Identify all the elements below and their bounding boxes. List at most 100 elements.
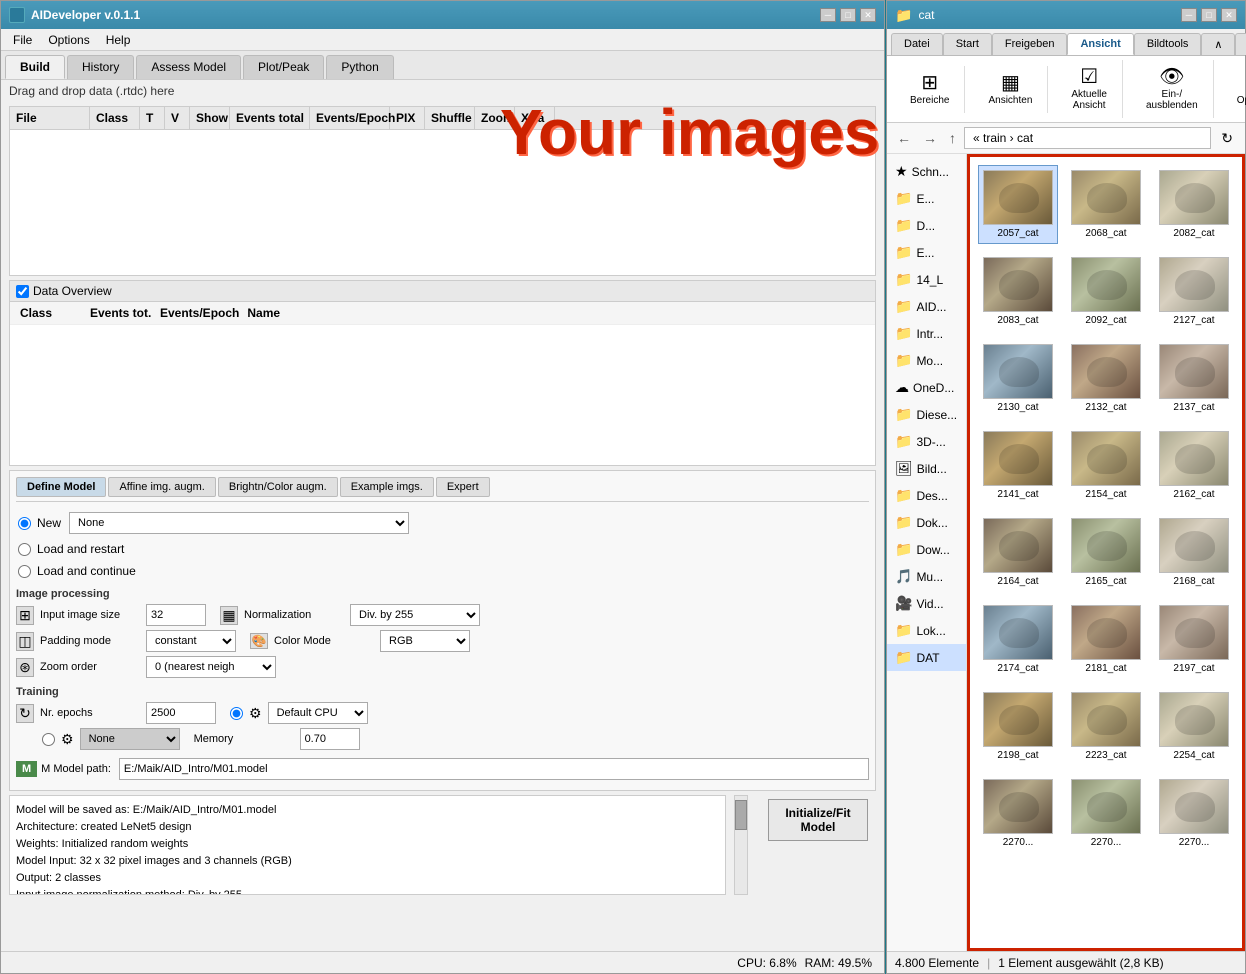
minimize-button[interactable]: ─ (820, 8, 836, 22)
file-item-2057_cat[interactable]: 2057_cat (978, 165, 1058, 244)
initialize-fit-button[interactable]: Initialize/FitModel (768, 799, 868, 841)
sidebar-item-des[interactable]: 📁 Des... (887, 482, 966, 509)
ribbon-collapse-btn[interactable]: ∧ (1201, 33, 1235, 55)
normalization-select[interactable]: Div. by 255 (350, 604, 480, 626)
epochs-input[interactable] (146, 702, 216, 724)
file-item-2092_cat[interactable]: 2092_cat (1066, 252, 1146, 331)
data-col-events: Events tot. (86, 304, 156, 322)
padding-mode-select[interactable]: constant (146, 630, 236, 652)
sidebar-item-schnell[interactable]: ★ Schn... (887, 158, 966, 185)
radio-restart[interactable] (18, 543, 31, 556)
ribbon-help-btn[interactable]: ? (1235, 33, 1246, 55)
radio-continue[interactable] (18, 565, 31, 578)
radio-cpu[interactable] (230, 707, 243, 720)
sidebar-item-14l[interactable]: 📁 14_L (887, 266, 966, 293)
address-path[interactable]: « train › cat (964, 127, 1211, 149)
ribbon-tab-freigeben[interactable]: Freigeben (992, 33, 1068, 55)
ribbon-tab-bildtools[interactable]: Bildtools (1134, 33, 1202, 55)
menu-help[interactable]: Help (98, 31, 139, 49)
ribbon-btn-ansichten[interactable]: ▦ Ansichten (981, 68, 1039, 111)
sidebar-item-mo[interactable]: 📁 Mo... (887, 347, 966, 374)
tab-history[interactable]: History (67, 55, 134, 79)
color-mode-select[interactable]: RGB (380, 630, 470, 652)
ribbon-tab-start[interactable]: Start (943, 33, 992, 55)
tab-python[interactable]: Python (326, 55, 393, 79)
file-item-2130_cat[interactable]: 2130_cat (978, 339, 1058, 418)
sidebar-item-dat[interactable]: 📁 DAT (887, 644, 966, 671)
file-item-2164_cat[interactable]: 2164_cat (978, 513, 1058, 592)
file-item-2270...[interactable]: 2270... (978, 774, 1058, 853)
file-item-2168_cat[interactable]: 2168_cat (1154, 513, 1234, 592)
file-item-2223_cat[interactable]: 2223_cat (1066, 687, 1146, 766)
model-tab-affine[interactable]: Affine img. augm. (108, 477, 215, 497)
sidebar-item-oned[interactable]: ☁ OneD... (887, 374, 966, 401)
ribbon-btn-einausblenden[interactable]: 👁 Ein-/ausblenden (1139, 62, 1205, 116)
ribbon-tab-datei[interactable]: Datei (891, 33, 943, 55)
radio-memory[interactable] (42, 733, 55, 746)
maximize-button[interactable]: □ (840, 8, 856, 22)
file-item-2154_cat[interactable]: 2154_cat (1066, 426, 1146, 505)
sidebar-item-3[interactable]: 📁 E... (887, 239, 966, 266)
forward-button[interactable]: → (919, 128, 941, 148)
sidebar-item-dok[interactable]: 📁 Dok... (887, 509, 966, 536)
back-button[interactable]: ← (893, 128, 915, 148)
file-item-2141_cat[interactable]: 2141_cat (978, 426, 1058, 505)
file-item-2197_cat[interactable]: 2197_cat (1154, 600, 1234, 679)
dragdrop-area[interactable]: Drag and drop data (.rtdc) here (1, 80, 884, 102)
file-item-2174_cat[interactable]: 2174_cat (978, 600, 1058, 679)
cat-close-button[interactable]: ✕ (1221, 8, 1237, 22)
sidebar-item-vid[interactable]: 🎥 Vid... (887, 590, 966, 617)
file-item-2198_cat[interactable]: 2198_cat (978, 687, 1058, 766)
file-item-2137_cat[interactable]: 2137_cat (1154, 339, 1234, 418)
close-button[interactable]: ✕ (860, 8, 876, 22)
menu-file[interactable]: File (5, 31, 40, 49)
menu-options[interactable]: Options (40, 31, 97, 49)
ribbon-btn-optionen[interactable]: ⚙ Optionen (1230, 68, 1246, 111)
file-item-2254_cat[interactable]: 2254_cat (1154, 687, 1234, 766)
model-path-input[interactable] (119, 758, 869, 780)
summary-scrollbar[interactable] (734, 795, 748, 895)
model-tab-brightn[interactable]: Brightn/Color augm. (218, 477, 338, 497)
sidebar-item-aid[interactable]: 📁 AID... (887, 293, 966, 320)
file-item-2270...[interactable]: 2270... (1066, 774, 1146, 853)
file-item-2083_cat[interactable]: 2083_cat (978, 252, 1058, 331)
file-item-2181_cat[interactable]: 2181_cat (1066, 600, 1146, 679)
tab-assess-model[interactable]: Assess Model (136, 55, 241, 79)
data-overview-checkbox[interactable] (16, 285, 29, 298)
file-item-2127_cat[interactable]: 2127_cat (1154, 252, 1234, 331)
memory-input[interactable] (300, 728, 360, 750)
file-item-2082_cat[interactable]: 2082_cat (1154, 165, 1234, 244)
cpu-select[interactable]: Default CPU (268, 702, 368, 724)
ribbon-btn-aktuelle[interactable]: ☑ AktuelleAnsicht (1064, 62, 1114, 116)
refresh-button[interactable]: ↻ (1215, 128, 1239, 149)
sidebar-item-1[interactable]: 📁 E... (887, 185, 966, 212)
file-item-2132_cat[interactable]: 2132_cat (1066, 339, 1146, 418)
sidebar-item-mu[interactable]: 🎵 Mu... (887, 563, 966, 590)
file-item-2068_cat[interactable]: 2068_cat (1066, 165, 1146, 244)
file-item-2165_cat[interactable]: 2165_cat (1066, 513, 1146, 592)
sidebar-item-lok[interactable]: 📁 Lok... (887, 617, 966, 644)
sidebar-item-3d[interactable]: 📁 3D-... (887, 428, 966, 455)
file-item-2270...[interactable]: 2270... (1154, 774, 1234, 853)
sidebar-item-dow[interactable]: 📁 Dow... (887, 536, 966, 563)
tab-plot-peak[interactable]: Plot/Peak (243, 55, 324, 79)
cat-minimize-button[interactable]: ─ (1181, 8, 1197, 22)
input-size-value[interactable] (146, 604, 206, 626)
model-tab-example[interactable]: Example imgs. (340, 477, 434, 497)
model-tab-expert[interactable]: Expert (436, 477, 490, 497)
model-tab-define[interactable]: Define Model (16, 477, 106, 497)
radio-new[interactable] (18, 517, 31, 530)
new-model-select[interactable]: None (69, 512, 409, 534)
cat-maximize-button[interactable]: □ (1201, 8, 1217, 22)
ribbon-btn-bereiche[interactable]: ⊞ Bereiche (903, 68, 956, 111)
zoom-order-select[interactable]: 0 (nearest neigh (146, 656, 276, 678)
up-button[interactable]: ↑ (945, 128, 960, 148)
sidebar-item-intr[interactable]: 📁 Intr... (887, 320, 966, 347)
sidebar-item-2[interactable]: 📁 D... (887, 212, 966, 239)
ribbon-tab-ansicht[interactable]: Ansicht (1067, 33, 1133, 55)
sidebar-item-diese[interactable]: 📁 Diese... (887, 401, 966, 428)
tab-build[interactable]: Build (5, 55, 65, 79)
file-item-2162_cat[interactable]: 2162_cat (1154, 426, 1234, 505)
none-select[interactable]: None (80, 728, 180, 750)
sidebar-item-bild[interactable]: 🖼 Bild... (887, 455, 966, 482)
